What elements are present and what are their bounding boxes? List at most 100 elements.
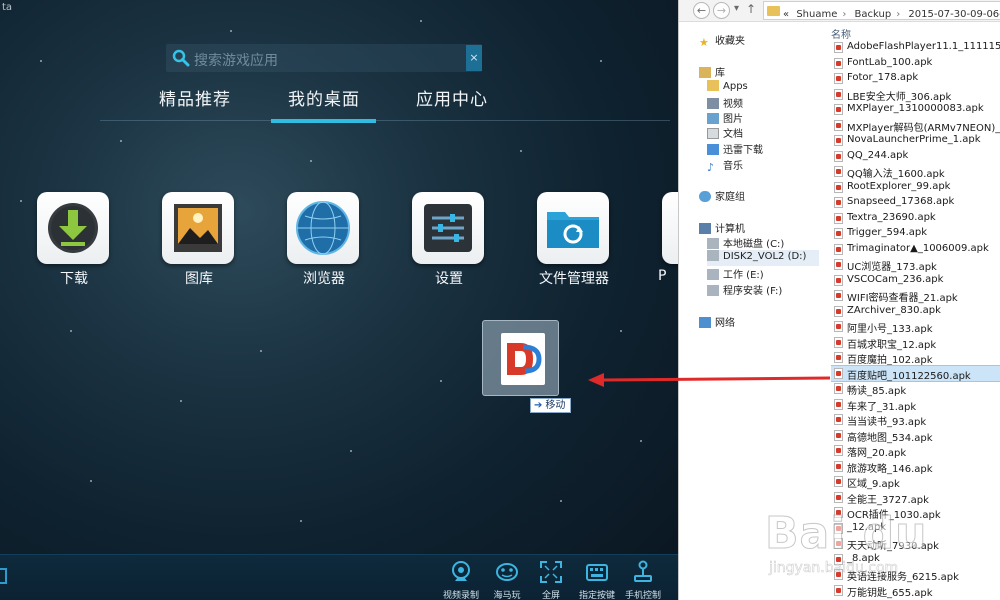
file-row[interactable]: 车来了_31.apk <box>831 397 1000 413</box>
tab-featured[interactable]: 精品推荐 <box>159 85 231 110</box>
nav-documents[interactable]: 文档 <box>707 125 743 141</box>
nav-computer[interactable]: 计算机 <box>699 220 745 236</box>
red-drag-arrow-icon <box>588 373 830 387</box>
nav-drive-f[interactable]: 程序安装 (F:) <box>707 282 782 298</box>
file-row[interactable]: WIFI密码查看器_21.apk <box>831 288 1000 304</box>
emulator-toolbar: 视频录制 海马玩 全屏 指定按键 手机控制 <box>0 554 678 600</box>
file-row[interactable]: 全能王_3727.apk <box>831 490 1000 506</box>
file-row[interactable]: 百城求职宝_12.apk <box>831 335 1000 351</box>
up-arrow-icon[interactable]: ↑ <box>746 2 756 16</box>
toolbar-left-icon[interactable] <box>0 567 10 585</box>
file-row[interactable]: LBE安全大师_306.apk <box>831 87 1000 103</box>
nav-drive-d[interactable]: DISK2_VOL2 (D:) <box>707 250 819 266</box>
file-row[interactable]: 畅读_85.apk <box>831 381 1000 397</box>
file-name: MXPlayer解码包(ARMv7NEON)_83.a <box>847 122 1000 134</box>
nav-music[interactable]: ♪ 音乐 <box>707 157 743 174</box>
file-row[interactable]: 天天动听_7930.apk <box>831 536 1000 552</box>
apk-file-icon <box>834 73 843 84</box>
app-browser[interactable]: 浏览器 <box>279 188 369 288</box>
file-name: 车来了_31.apk <box>847 401 917 413</box>
apk-file-icon <box>834 181 843 193</box>
search-icon <box>172 49 190 67</box>
apk-file-icon <box>834 274 843 286</box>
file-row[interactable]: 高德地图_534.apk <box>831 428 1000 444</box>
file-row[interactable]: Trigger_594.apk <box>831 226 1000 242</box>
nav-label: 文档 <box>723 129 743 140</box>
breadcrumb-shuame[interactable]: Shuame <box>796 9 837 19</box>
file-row[interactable]: RootExplorer_99.apk <box>831 180 1000 196</box>
drive-icon <box>707 238 719 249</box>
search-clear-button[interactable]: × <box>466 45 482 71</box>
file-name: RootExplorer_99.apk <box>847 180 951 192</box>
file-row[interactable]: 阿里小号_133.apk <box>831 319 1000 335</box>
file-name: 落网_20.apk <box>847 448 907 459</box>
file-row[interactable]: 区域_9.apk <box>831 474 1000 490</box>
file-row[interactable]: Snapseed_17368.apk <box>831 195 1000 211</box>
file-row[interactable]: ZArchiver_830.apk <box>831 304 1000 320</box>
apk-file-icon <box>834 569 843 580</box>
name-column-header[interactable]: 名称 <box>831 26 851 41</box>
file-row[interactable]: NovaLauncherPrime_1.apk <box>831 133 1000 149</box>
apk-file-icon <box>834 228 843 239</box>
file-row[interactable]: Trimaginator▲_1006009.apk <box>831 242 1000 258</box>
back-button[interactable]: ← <box>693 2 710 19</box>
app-file-manager[interactable]: 文件管理器 <box>529 188 619 288</box>
path-overflow-icon[interactable]: « <box>783 9 789 19</box>
file-row[interactable]: 旅游攻略_146.apk <box>831 459 1000 475</box>
file-row[interactable]: QQ_244.apk <box>831 149 1000 165</box>
tab-app-center[interactable]: 应用中心 <box>416 85 488 110</box>
nav-pictures[interactable]: 图片 <box>707 110 743 126</box>
app-download[interactable]: 下载 <box>29 188 119 288</box>
app-settings[interactable]: 设置 <box>404 188 494 288</box>
file-row[interactable]: _12.apk <box>831 521 1000 537</box>
phone-control-button[interactable]: 手机控制 <box>620 559 666 600</box>
app-partial[interactable]: P <box>654 188 678 288</box>
nav-thunder-downloads[interactable]: 迅雷下载 <box>707 141 763 157</box>
globe-icon <box>287 192 359 264</box>
breadcrumb-backup[interactable]: Backup <box>855 9 892 19</box>
apk-file-icon <box>834 166 843 177</box>
file-row[interactable]: MXPlayer_1310000083.apk <box>831 102 1000 118</box>
search-bar[interactable]: 搜索游戏应用 × <box>166 44 482 72</box>
nav-favorites[interactable]: ★ 收藏夹 <box>699 32 745 49</box>
file-row[interactable]: 当当读书_93.apk <box>831 412 1000 428</box>
apk-file-icon <box>834 383 843 394</box>
breadcrumb-backup-folder[interactable]: 2015-07-30-09-06-37-泛 <box>908 9 1000 19</box>
nav-label: 图片 <box>723 114 743 125</box>
recent-locations-chevron-icon[interactable]: ▾ <box>734 3 739 14</box>
apk-file-icon <box>834 367 843 379</box>
nav-network[interactable]: 网络 <box>699 314 735 330</box>
file-row[interactable]: 百度魔拍_102.apk <box>831 350 1000 366</box>
file-row[interactable]: 英语连接服务_6215.apk <box>831 567 1000 583</box>
file-row[interactable]: UC浏览器_173.apk <box>831 257 1000 273</box>
file-row[interactable]: 百度贴吧_101122560.apk <box>831 364 1000 382</box>
file-row[interactable]: 万能钥匙_655.apk <box>831 583 1000 599</box>
folder-icon <box>767 6 780 16</box>
forward-button[interactable]: → <box>713 2 730 19</box>
tab-my-desktop[interactable]: 我的桌面 <box>288 85 360 110</box>
nav-drive-e[interactable]: 工作 (E:) <box>707 266 764 282</box>
nav-homegroup[interactable]: 家庭组 <box>699 188 745 204</box>
nav-drive-c[interactable]: 本地磁盘 (C:) <box>707 235 784 251</box>
drive-icon <box>707 250 719 261</box>
file-row[interactable]: Fotor_178.apk <box>831 71 1000 87</box>
app-gallery[interactable]: 图库 <box>154 188 244 288</box>
nav-label: DISK2_VOL2 (D:) <box>723 251 807 262</box>
file-row[interactable]: AdobeFlashPlayer11.1_111115081.a <box>831 40 1000 56</box>
file-row[interactable]: MXPlayer解码包(ARMv7NEON)_83.a <box>831 118 1000 134</box>
folder-icon <box>707 80 719 91</box>
file-row[interactable]: 落网_20.apk <box>831 443 1000 459</box>
file-row[interactable]: Textra_23690.apk <box>831 211 1000 227</box>
nav-apps[interactable]: Apps <box>707 80 748 96</box>
file-name: LBE安全大师_306.apk <box>847 91 952 103</box>
file-row[interactable]: _8.apk <box>831 552 1000 568</box>
file-row[interactable]: OCR插件_1030.apk <box>831 505 1000 521</box>
address-path[interactable]: « Shuame › Backup › 2015-07-30-09-06-37-泛 <box>763 1 1000 20</box>
file-row[interactable]: FontLab_100.apk <box>831 56 1000 72</box>
nav-library[interactable]: 库 <box>699 64 725 80</box>
nav-videos[interactable]: 视频 <box>707 95 743 111</box>
file-row[interactable]: QQ输入法_1600.apk <box>831 164 1000 180</box>
apk-file-icon <box>834 259 843 270</box>
nav-label: 家庭组 <box>715 192 745 203</box>
file-row[interactable]: VSCOCam_236.apk <box>831 273 1000 289</box>
